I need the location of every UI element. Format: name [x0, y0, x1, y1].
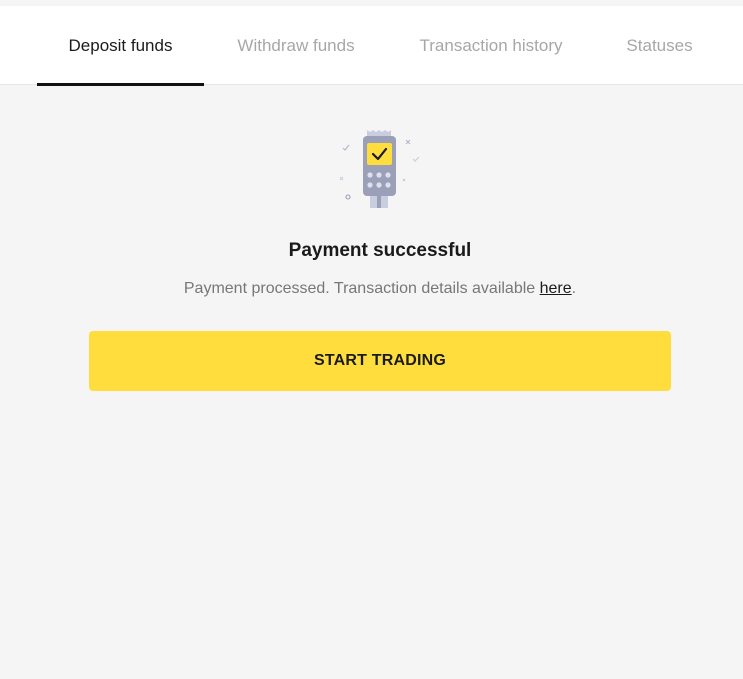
tab-withdraw-funds[interactable]: Withdraw funds [220, 6, 372, 85]
status-message-suffix: . [571, 280, 577, 297]
tab-statuses[interactable]: Statuses [612, 6, 707, 85]
tab-bar: Deposit funds Withdraw funds Transaction… [0, 6, 743, 86]
start-trading-button[interactable]: START TRADING [89, 331, 671, 391]
status-title: Payment successful [288, 240, 472, 261]
tab-transaction-history[interactable]: Transaction history [400, 6, 582, 85]
status-message-text: Payment processed. Transaction details a… [183, 280, 540, 297]
transaction-details-link[interactable]: here [540, 280, 572, 297]
tab-deposit-funds[interactable]: Deposit funds [37, 6, 204, 85]
status-message: Payment processed. Transaction details a… [0, 280, 743, 298]
payment-terminal-icon [330, 122, 426, 218]
active-tab-indicator [37, 83, 204, 86]
